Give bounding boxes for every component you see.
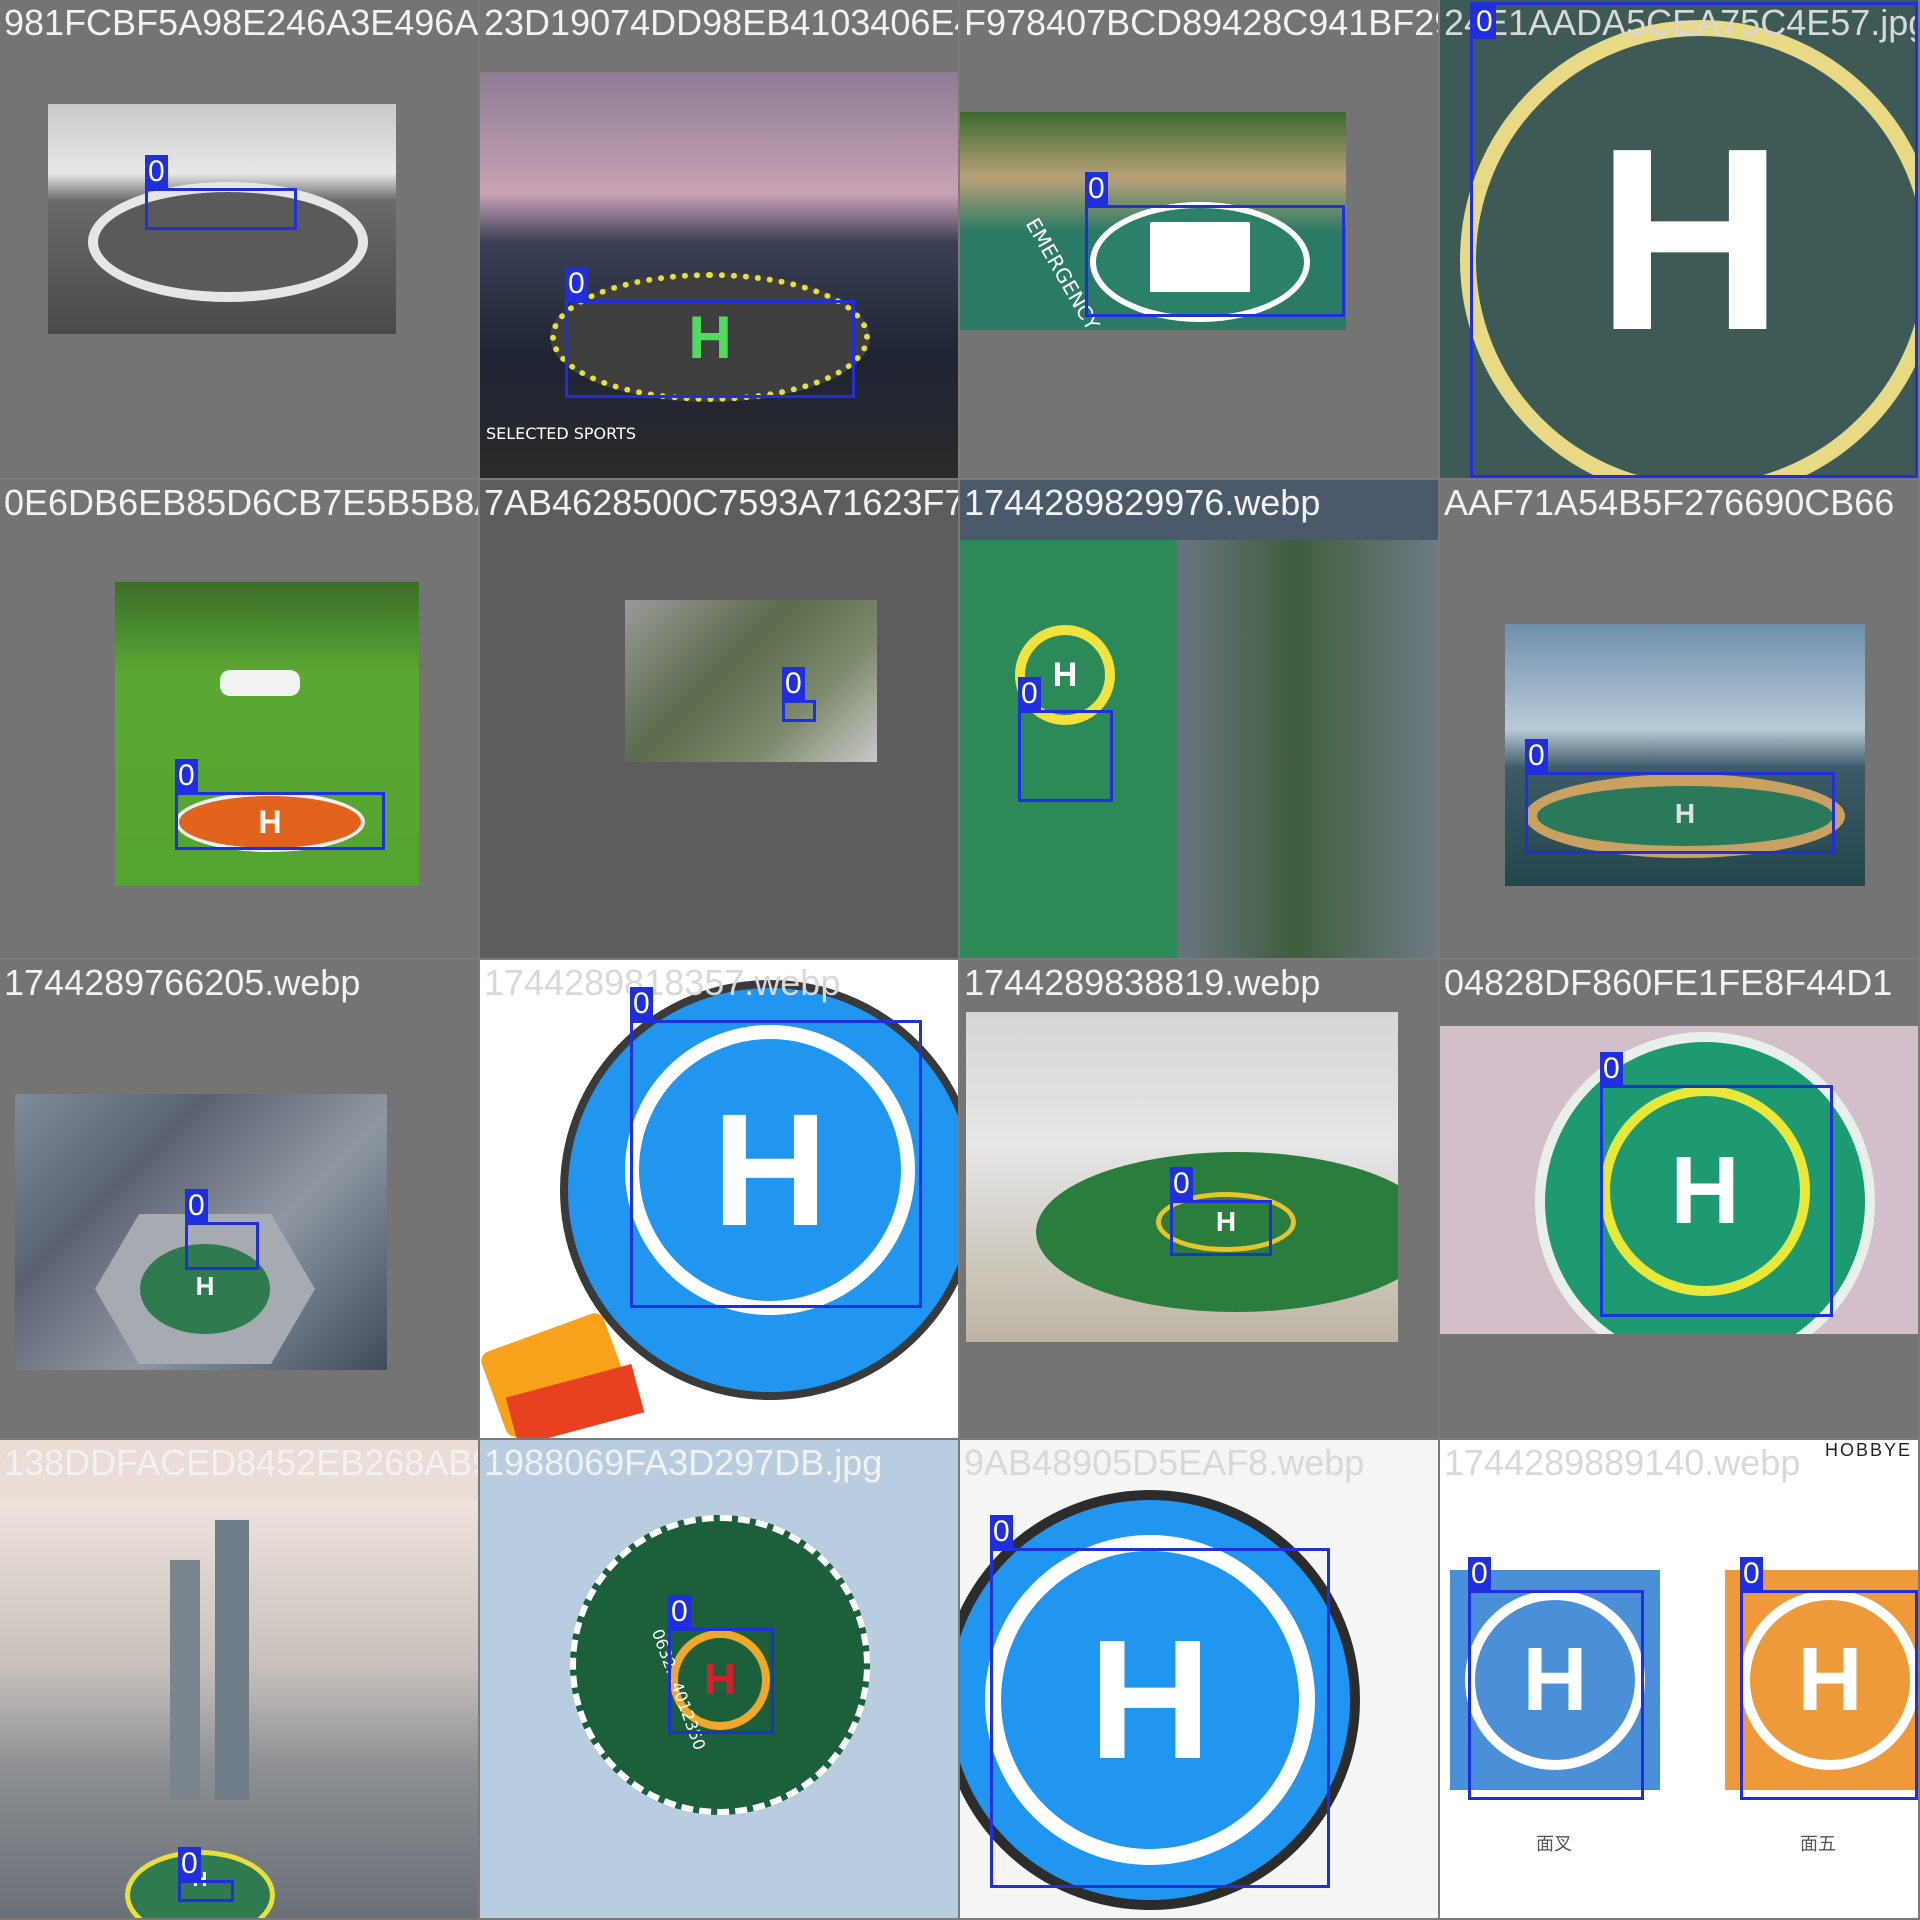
- watermark-text: SELECTED SPORTS: [486, 424, 637, 443]
- detection-box[interactable]: 0: [1470, 2, 1918, 478]
- tower: [215, 1520, 249, 1800]
- detection-box[interactable]: 0: [1468, 1557, 1644, 1800]
- class-label: 0: [145, 155, 168, 189]
- detection-box[interactable]: 0: [1170, 1167, 1272, 1256]
- tile-filename: 981FCBF5A98E246A3E496A3D59A74DD98EB41034…: [4, 2, 478, 43]
- swatch-caption: 面五: [1800, 1834, 1836, 1855]
- tile-14[interactable]: 1988069FA3D297DB.jpg H 0632...4012350 0: [480, 1440, 958, 1918]
- class-label: 0: [1740, 1557, 1763, 1591]
- class-label: 0: [1468, 1557, 1491, 1591]
- tile-16[interactable]: 1744289889140.webp HOBBYE H H 面叉 面五 0 0: [1440, 1440, 1918, 1918]
- tile-filename: F978407BCD89428C941BF2952E1AADA5CEA.jpg: [964, 2, 1438, 43]
- tile-filename: 1744289818357.webp: [484, 962, 841, 1003]
- tower: [170, 1560, 200, 1800]
- tile-3[interactable]: F978407BCD89428C941BF2952E1AADA5CEA.jpg …: [960, 0, 1438, 478]
- tile-filename: 138DDFACED8452EB268AB98C3069FA3D297DB24C…: [4, 1442, 478, 1483]
- photo-aerial-campus: [625, 600, 877, 762]
- tile-8[interactable]: AAF71A54B5F276690CB66 H 0: [1440, 480, 1918, 958]
- tile-9[interactable]: 1744289766205.webp H 0: [0, 960, 478, 1438]
- tile-filename: 1988069FA3D297DB.jpg: [484, 1442, 883, 1483]
- detection-box[interactable]: 0: [178, 1847, 234, 1902]
- photo-offshore-helipad: H SELECTED SPORTS: [480, 72, 958, 478]
- tile-filename: 1744289829976.webp: [964, 482, 1321, 523]
- class-label: 0: [1473, 5, 1496, 39]
- tile-filename: 1744289838819.webp: [964, 962, 1321, 1003]
- detection-box[interactable]: 0: [565, 267, 855, 398]
- photo-city-skyline: H: [0, 1500, 478, 1918]
- detection-box[interactable]: 0: [1525, 739, 1835, 854]
- tile-1[interactable]: 981FCBF5A98E246A3E496A3D59A74DD98EB41034…: [0, 0, 478, 478]
- tile-2[interactable]: 23D19074DD98EB4103406E4978407BCD89.jpeg …: [480, 0, 958, 478]
- class-label: 0: [782, 667, 805, 701]
- tile-filename: 7AB4628500C7593A71623F7C4F2EF89E9C.jpg: [484, 482, 958, 523]
- class-label: 0: [1600, 1052, 1623, 1086]
- class-label: 0: [630, 987, 653, 1021]
- tile-7[interactable]: 1744289829976.webp H 0: [960, 480, 1438, 958]
- tile-10[interactable]: 1744289818357.webp H 0: [480, 960, 958, 1438]
- tile-12[interactable]: 04828DF860FE1FE8F44D1 H 0: [1440, 960, 1918, 1438]
- class-label: 0: [185, 1189, 208, 1223]
- class-label: 0: [668, 1595, 691, 1629]
- class-label: 0: [178, 1847, 201, 1881]
- helipad-h-letter: H: [195, 1270, 215, 1301]
- detection-box[interactable]: 0: [990, 1515, 1330, 1888]
- tile-13[interactable]: 138DDFACED8452EB268AB98C3069FA3D297DB24C…: [0, 1440, 478, 1918]
- class-label: 0: [175, 759, 198, 793]
- detection-box[interactable]: 0: [668, 1595, 774, 1734]
- tile-filename: 0E6DB6EB85D6CB7E5B5B8A8B4FB50CC7.jpg: [4, 482, 478, 523]
- tile-4[interactable]: 24E1AADA5CEA75C4E57.jpg H 0: [1440, 0, 1918, 478]
- detection-box[interactable]: 0: [185, 1189, 259, 1270]
- tile-15[interactable]: 9AB48905D5EAF8.webp H 0: [960, 1440, 1438, 1918]
- tile-11[interactable]: 1744289838819.webp H 0: [960, 960, 1438, 1438]
- detection-box[interactable]: 0: [630, 987, 922, 1308]
- tile-filename: 1744289889140.webp: [1444, 1442, 1801, 1483]
- class-label: 0: [1525, 739, 1548, 773]
- tile-filename: 9AB48905D5EAF8.webp: [964, 1442, 1365, 1483]
- tile-6[interactable]: 7AB4628500C7593A71623F7C4F2EF89E9C.jpg 0: [480, 480, 958, 958]
- detection-box[interactable]: 0: [1600, 1052, 1833, 1317]
- class-label: 0: [1085, 172, 1108, 206]
- detection-box[interactable]: 0: [145, 155, 297, 230]
- class-label: 0: [990, 1515, 1013, 1549]
- tile-filename: 23D19074DD98EB4103406E4978407BCD89.jpeg: [484, 2, 958, 43]
- tile-filename: 1744289766205.webp: [4, 962, 361, 1003]
- class-label: 0: [1018, 677, 1041, 711]
- detection-box[interactable]: 0: [1018, 677, 1113, 802]
- detection-box[interactable]: 0: [1740, 1557, 1918, 1800]
- tile-filename: 04828DF860FE1FE8F44D1: [1444, 962, 1893, 1003]
- helipad-h-letter: H: [1052, 655, 1078, 694]
- detection-box[interactable]: 0: [782, 667, 816, 722]
- swatch-caption: 面叉: [1536, 1834, 1572, 1855]
- detection-box[interactable]: 0: [175, 759, 385, 850]
- tile-5[interactable]: 0E6DB6EB85D6CB7E5B5B8A8B4FB50CC7.jpg H 0: [0, 480, 478, 958]
- class-label: 0: [1170, 1167, 1193, 1201]
- detection-box[interactable]: 0: [1085, 172, 1345, 317]
- drone-body: [220, 670, 300, 696]
- class-label: 0: [565, 267, 588, 301]
- image-mosaic: 981FCBF5A98E246A3E496A3D59A74DD98EB41034…: [0, 0, 1920, 1920]
- tile-filename: AAF71A54B5F276690CB66: [1444, 482, 1895, 523]
- brand-text: HOBBYE: [1824, 1440, 1912, 1460]
